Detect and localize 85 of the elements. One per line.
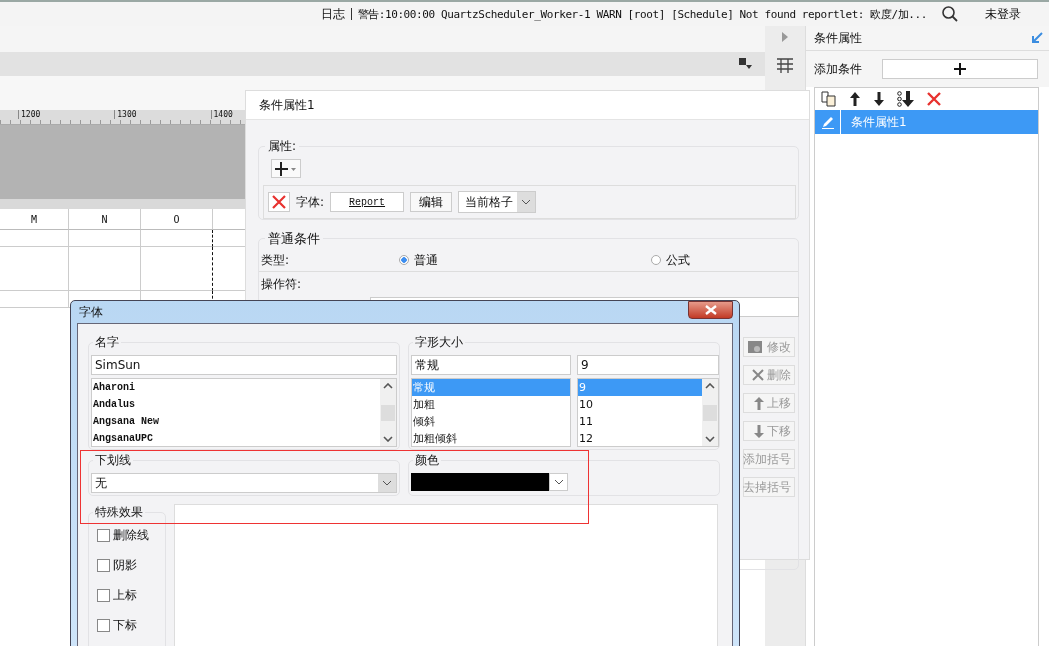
list-item[interactable]: 加粗倾斜: [412, 430, 570, 447]
section-legend: 属性:: [265, 138, 300, 155]
copy-icon[interactable]: [821, 91, 837, 107]
plus-icon: [275, 161, 297, 176]
type-label: 类型:: [261, 251, 290, 269]
column-header[interactable]: M: [0, 209, 69, 230]
dropdown-button[interactable]: [549, 473, 568, 491]
panel-title: 条件属性: [814, 29, 862, 47]
underline-select[interactable]: 无: [91, 473, 397, 493]
up-arrow-icon[interactable]: [849, 92, 861, 106]
section-legend: 普通条件: [265, 230, 323, 248]
close-icon: [272, 195, 286, 209]
checkbox[interactable]: 上标: [97, 587, 163, 604]
log-label[interactable]: 日志: [320, 5, 345, 23]
list-item[interactable]: Angsana New: [92, 413, 380, 430]
search-icon[interactable]: [941, 5, 959, 23]
dialog-title: 字体: [79, 303, 103, 321]
remove-button[interactable]: [268, 192, 290, 212]
radio-option[interactable]: 公式: [651, 251, 690, 269]
plus-icon: [954, 63, 966, 75]
font-style-field[interactable]: 常规: [411, 355, 571, 375]
grid-cell[interactable]: [141, 230, 213, 247]
format-icon[interactable]: [739, 58, 753, 70]
delete-icon[interactable]: [927, 92, 941, 106]
login-link[interactable]: 未登录: [985, 5, 1021, 23]
column-header[interactable]: N: [69, 209, 141, 230]
section-legend: 特殊效果: [93, 504, 145, 521]
size-list[interactable]: 9 10 11 12: [577, 378, 719, 447]
list-item[interactable]: 11: [578, 413, 702, 430]
list-item[interactable]: Andalus: [92, 396, 380, 413]
list-item[interactable]: 10: [578, 396, 702, 413]
chevron-down-icon[interactable]: [705, 436, 715, 442]
radio-option[interactable]: 普通: [399, 251, 438, 269]
scope-select[interactable]: 当前格子: [458, 191, 537, 213]
add-condition-label: 添加条件: [814, 60, 862, 78]
font-name-field[interactable]: SimSun: [91, 355, 397, 375]
down-arrow-icon: [754, 424, 764, 438]
font-size-field[interactable]: 9: [577, 355, 719, 375]
section-legend: 下划线: [93, 452, 133, 469]
scrollbar-thumb[interactable]: [703, 404, 717, 421]
chevron-down-icon: [382, 480, 392, 486]
font-list[interactable]: Aharoni Andalus Angsana New AngsanaUPC: [91, 378, 397, 447]
ruler-label: 1200: [18, 110, 43, 119]
style-list[interactable]: 常规 加粗 倾斜 加粗倾斜: [411, 378, 571, 447]
font-preview: Report: [330, 192, 405, 212]
ruler-label: 1300: [114, 110, 139, 119]
cross-icon: [752, 369, 764, 381]
scrollbar[interactable]: [702, 379, 718, 446]
column-header[interactable]: O: [141, 209, 213, 230]
font-label: 字体:: [296, 193, 325, 211]
chevron-down-icon: [553, 479, 564, 485]
checkbox[interactable]: 删除线: [97, 527, 163, 544]
move-bottom-icon[interactable]: [897, 91, 915, 107]
list-item[interactable]: 加粗: [412, 396, 570, 413]
ruler-label: 1400: [210, 110, 235, 119]
edit-button[interactable]: 编辑: [410, 192, 453, 212]
grid-icon[interactable]: [776, 58, 794, 74]
add-property-button[interactable]: [271, 159, 301, 178]
expand-icon[interactable]: [781, 32, 789, 42]
log-message: 警告:10:00:00 QuartzScheduler_Worker-1 WARN [root] [Schedule] Not found reportlet: 欧度/加...: [357, 6, 927, 22]
pencil-icon: [820, 115, 835, 129]
dialog-title: 条件属性1: [259, 96, 315, 114]
chevron-down-icon[interactable]: [383, 436, 393, 442]
scrollbar[interactable]: [380, 379, 396, 446]
list-item[interactable]: AngsanaUPC: [92, 430, 380, 447]
chevron-up-icon[interactable]: [705, 383, 715, 389]
down-arrow-icon[interactable]: [873, 92, 885, 106]
checkbox[interactable]: 阴影: [97, 557, 163, 574]
scrollbar-thumb[interactable]: [381, 404, 395, 421]
chevron-up-icon[interactable]: [383, 383, 393, 389]
operator-label: 操作符:: [261, 277, 302, 291]
chevron-down-icon: [521, 199, 532, 205]
arrow-icon[interactable]: [1031, 32, 1043, 44]
gear-icon: [748, 340, 764, 354]
checkbox[interactable]: 下标: [97, 617, 163, 634]
close-icon: [704, 305, 717, 315]
list-item[interactable]: 12: [578, 430, 702, 447]
close-button[interactable]: [688, 301, 733, 319]
section-legend: 名字: [93, 334, 121, 351]
list-item[interactable]: 倾斜: [412, 413, 570, 430]
color-swatch[interactable]: [411, 473, 549, 491]
section-legend: 字形大小: [413, 334, 465, 351]
up-arrow-icon: [754, 396, 764, 410]
grid-cell[interactable]: [141, 247, 213, 291]
list-item[interactable]: Aharoni: [92, 379, 380, 396]
